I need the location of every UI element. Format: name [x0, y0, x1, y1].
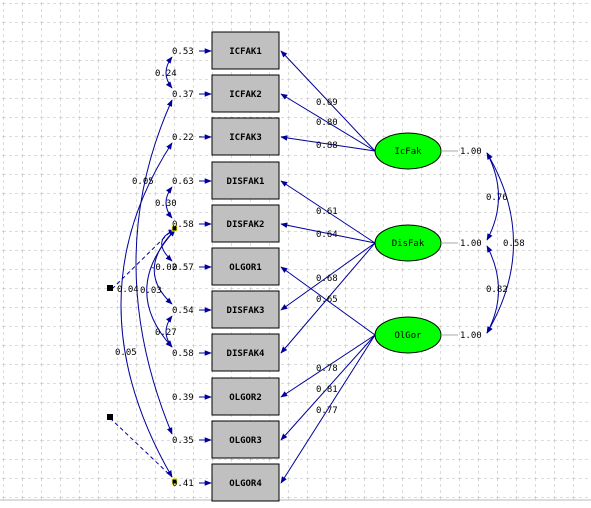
observed-variable-label: ICFAK3 [229, 133, 262, 143]
observed-variable-icfak2[interactable]: ICFAK2 [211, 74, 280, 113]
loading-label: 0.69 [316, 98, 338, 108]
observed-variable-icfak3[interactable]: ICFAK3 [211, 117, 280, 156]
observed-variable-icfak1[interactable]: ICFAK1 [211, 31, 280, 70]
observed-variable-label: OLGOR4 [229, 479, 262, 489]
latent-variable-label: DisFak [392, 239, 425, 249]
error-variance-label: 0.63 [172, 177, 194, 187]
error-covariance-label: 0.24 [155, 69, 177, 79]
latent-variance-label: 1.00 [460, 239, 482, 249]
latent-variable-disfak[interactable]: DisFak [374, 224, 442, 262]
observed-variable-label: ICFAK2 [229, 90, 262, 100]
error-variance-label: 0.53 [172, 47, 194, 57]
loading-label: 0.65 [316, 295, 338, 305]
factor-correlation-label: 0.76 [486, 193, 508, 203]
path-diagram-canvas: 0.24 0.30 0.27 0.05 0.05 -0.02 0.03 0.04 ICFAK1 0… [0, 0, 591, 508]
loading-label: 0.64 [316, 230, 338, 240]
observed-variable-disfak3[interactable]: DISFAK3 [211, 290, 280, 329]
error-covariance-label: 0.05 [132, 177, 154, 187]
loading-label: 0.81 [316, 385, 338, 395]
grid-background [0, 0, 591, 500]
error-covariance-label: 0.27 [155, 328, 177, 338]
observed-variable-label: OLGOR3 [229, 436, 262, 446]
observed-variable-disfak1[interactable]: DISFAK1 [211, 161, 280, 200]
error-variance-label: 0.58 [172, 220, 194, 230]
latent-variable-label: IcFak [394, 147, 422, 157]
observed-variable-olgor1[interactable]: OLGOR1 [211, 247, 280, 286]
loading-label: 0.80 [316, 118, 338, 128]
latent-variance-label: 1.00 [460, 147, 482, 157]
error-covariance-label: 0.04 [117, 285, 139, 295]
error-variance-label: 0.41 [172, 479, 194, 489]
observed-variable-olgor3[interactable]: OLGOR3 [211, 420, 280, 459]
latent-variable-olgor[interactable]: OlGor [374, 316, 442, 354]
error-variance-label: 0.54 [172, 306, 194, 316]
error-covariance-label: 0.30 [155, 199, 177, 209]
observed-variable-label: OLGOR2 [229, 393, 262, 403]
loading-label: 0.78 [316, 364, 338, 374]
observed-variable-label: DISFAK2 [227, 220, 265, 230]
factor-correlation-label: 0.82 [486, 285, 508, 295]
latent-variable-label: OlGor [394, 331, 422, 341]
error-covariance-label: 0.03 [140, 286, 162, 296]
observed-variable-olgor4[interactable]: OLGOR4 [211, 463, 280, 502]
latent-variable-icfak[interactable]: IcFak [374, 132, 442, 170]
error-variance-label: 0.57 [172, 263, 194, 273]
observed-variable-label: DISFAK1 [227, 177, 265, 187]
observed-variable-disfak4[interactable]: DISFAK4 [211, 333, 280, 372]
loading-label: 0.77 [316, 406, 338, 416]
error-variance-label: 0.39 [172, 393, 194, 403]
observed-variable-label: DISFAK3 [227, 306, 265, 316]
node-marker [107, 414, 113, 420]
observed-variable-label: DISFAK4 [227, 349, 266, 359]
path-diagram: 0.240.300.270.050.05-0.020.030.04ICFAK10… [0, 0, 591, 502]
observed-variable-label: OLGOR1 [229, 263, 262, 273]
error-variance-label: 0.22 [172, 133, 194, 143]
observed-variable-disfak2[interactable]: DISFAK2 [211, 204, 280, 243]
error-variance-label: 0.35 [172, 436, 194, 446]
error-variance-label: 0.58 [172, 349, 194, 359]
latent-variance-label: 1.00 [460, 331, 482, 341]
node-marker [107, 285, 113, 291]
loading-label: 0.68 [316, 274, 338, 284]
observed-variable-olgor2[interactable]: OLGOR2 [211, 377, 280, 416]
loading-label: 0.61 [316, 207, 338, 217]
observed-variable-label: ICFAK1 [229, 47, 262, 57]
loading-label: 0.88 [316, 141, 338, 151]
factor-correlation-label: 0.58 [503, 239, 525, 249]
error-variance-label: 0.37 [172, 90, 194, 100]
error-covariance-label: 0.05 [115, 348, 137, 358]
